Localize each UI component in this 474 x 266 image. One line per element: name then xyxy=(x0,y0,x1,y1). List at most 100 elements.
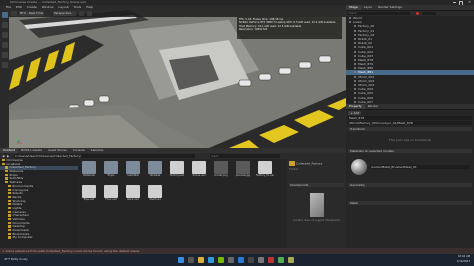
rotate-tool-icon[interactable] xyxy=(1,32,8,38)
folder-icon xyxy=(8,203,11,206)
select-tool-icon[interactable] xyxy=(1,12,8,18)
visibility-icon[interactable] xyxy=(354,71,356,74)
omniverse-icon[interactable] xyxy=(218,257,224,263)
image-icon xyxy=(236,161,250,174)
file-tile[interactable]: Materials xyxy=(80,161,98,181)
visibility-icon[interactable] xyxy=(354,75,356,78)
file-tile[interactable]: Textures xyxy=(146,161,164,181)
record-icon[interactable] xyxy=(416,12,419,15)
settings-icon[interactable] xyxy=(258,257,264,263)
mesh-header[interactable]: Mesh xyxy=(348,201,472,205)
tree-item[interactable]: My Computer xyxy=(0,236,78,240)
prim-path-field[interactable]: /World/Factory_00/Conveyor_01/Mesh_878 xyxy=(348,121,472,125)
menu-tools[interactable]: Tools xyxy=(74,5,81,9)
file-tile[interactable]: Factory.usd xyxy=(168,161,186,181)
file-tile[interactable]: Floor.usd xyxy=(102,185,120,205)
menu-create[interactable]: Create xyxy=(27,5,37,9)
visibility-icon[interactable] xyxy=(354,58,356,61)
viewport[interactable]: RTX - Real-Time Perspective FPS: 5.04, F… xyxy=(9,10,346,148)
visibility-icon[interactable] xyxy=(354,29,356,32)
move-tool-icon[interactable] xyxy=(1,22,8,28)
app-icon[interactable] xyxy=(268,257,274,263)
weather-text[interactable]: 45°F Partly cloudy xyxy=(4,254,28,266)
file-tile[interactable]: render.png xyxy=(212,161,230,181)
tab-layer[interactable]: Layer xyxy=(361,5,375,10)
status-text: Some reference from path Collected_Facto… xyxy=(5,249,140,253)
minimize-icon[interactable] xyxy=(453,1,456,3)
file-tile[interactable]: Shelf.usd xyxy=(146,185,164,205)
file-tile[interactable]: Rack.usd xyxy=(124,185,142,205)
right-panel: StageLayerRender Settings WorldLooksFact… xyxy=(346,5,474,248)
add-button[interactable]: + Add xyxy=(348,111,362,115)
menu-help[interactable]: Help xyxy=(86,5,93,9)
tab-render-settings[interactable]: Render Settings xyxy=(375,5,405,10)
menu-edit[interactable]: Edit xyxy=(16,5,22,9)
scale-tool-icon[interactable] xyxy=(1,42,8,48)
stage-search-input[interactable] xyxy=(348,11,410,16)
file-tile[interactable]: SubUSDs xyxy=(124,161,142,181)
file-explorer-icon[interactable] xyxy=(198,257,204,263)
start-icon[interactable] xyxy=(178,257,184,263)
folder-icon xyxy=(8,195,11,199)
visibility-icon[interactable] xyxy=(354,37,356,40)
geometry-header[interactable]: Geometry xyxy=(348,183,472,187)
visibility-icon[interactable] xyxy=(349,21,351,24)
image-icon xyxy=(214,161,228,174)
camera-button[interactable]: Perspective xyxy=(53,11,76,16)
visibility-icon[interactable] xyxy=(354,50,356,53)
light-icon[interactable] xyxy=(87,11,92,16)
visibility-icon[interactable] xyxy=(354,84,356,86)
eye-icon[interactable] xyxy=(79,11,84,16)
path-field[interactable]: C:/Users/User/Omniverse/Collected_Factor… xyxy=(14,154,195,158)
menu-window[interactable]: Window xyxy=(42,5,54,9)
file-tile[interactable]: Pipe.usd xyxy=(80,185,98,205)
visibility-icon[interactable] xyxy=(354,88,356,91)
play-icon[interactable] xyxy=(1,62,8,68)
prim-name-field[interactable]: Mesh_878 xyxy=(348,116,472,120)
timeline-field[interactable] xyxy=(422,11,436,16)
search-icon[interactable] xyxy=(188,257,194,263)
store-icon[interactable] xyxy=(228,257,234,263)
folder-icon xyxy=(5,181,8,184)
checkpoints-header[interactable]: Checkpoints xyxy=(289,182,344,187)
content-search-input[interactable] xyxy=(210,154,280,158)
visibility-icon[interactable] xyxy=(354,92,356,95)
menu-layout[interactable]: Layout xyxy=(59,5,69,9)
visibility-icon[interactable] xyxy=(354,33,356,36)
visibility-icon[interactable] xyxy=(354,42,356,45)
snap-tool-icon[interactable] xyxy=(1,52,8,58)
visibility-icon[interactable] xyxy=(354,25,356,28)
render-mode-button[interactable]: RTX - Real-Time xyxy=(19,11,44,16)
viewport-settings-button[interactable] xyxy=(11,11,17,16)
visibility-icon[interactable] xyxy=(354,46,356,49)
tab-render[interactable]: Render xyxy=(365,104,382,109)
material-path-field[interactable]: /Looks/Metal_BrushedSteel_01 xyxy=(370,165,470,169)
folder-icon xyxy=(5,177,8,180)
clock[interactable]: 10:42 AM 1/14/2023 xyxy=(457,255,470,264)
checkpoints-note: Location does not support Checkpoints xyxy=(293,218,340,222)
clock-date: 1/14/2023 xyxy=(456,259,470,263)
tab-property[interactable]: Property xyxy=(346,104,365,109)
file-tile[interactable]: Props xyxy=(102,161,120,181)
folder-icon xyxy=(8,199,11,202)
visibility-icon[interactable] xyxy=(354,79,356,82)
visibility-icon[interactable] xyxy=(354,54,356,57)
viewport-toolbar: RTX - Real-Time Perspective xyxy=(9,10,346,17)
visibility-icon[interactable] xyxy=(354,63,356,66)
usd-file-icon xyxy=(82,185,96,198)
visibility-icon[interactable] xyxy=(354,67,356,70)
mail-icon[interactable] xyxy=(238,257,244,263)
tab-stage[interactable]: Stage xyxy=(346,5,361,10)
file-tile[interactable]: Scene.usd xyxy=(190,161,208,181)
menu-file[interactable]: File xyxy=(6,5,11,9)
visibility-icon[interactable] xyxy=(354,100,356,103)
visibility-icon[interactable] xyxy=(349,17,351,19)
file-tile[interactable]: Factory_Ex.usd xyxy=(256,161,274,181)
visibility-icon[interactable] xyxy=(354,96,356,99)
file-tile[interactable]: preview.jpg xyxy=(234,161,252,181)
browser-icon[interactable] xyxy=(208,257,214,263)
app2-icon[interactable] xyxy=(278,257,284,263)
app3-icon[interactable] xyxy=(288,257,294,263)
terminal-icon[interactable] xyxy=(248,257,254,263)
folder-icon xyxy=(5,170,8,173)
